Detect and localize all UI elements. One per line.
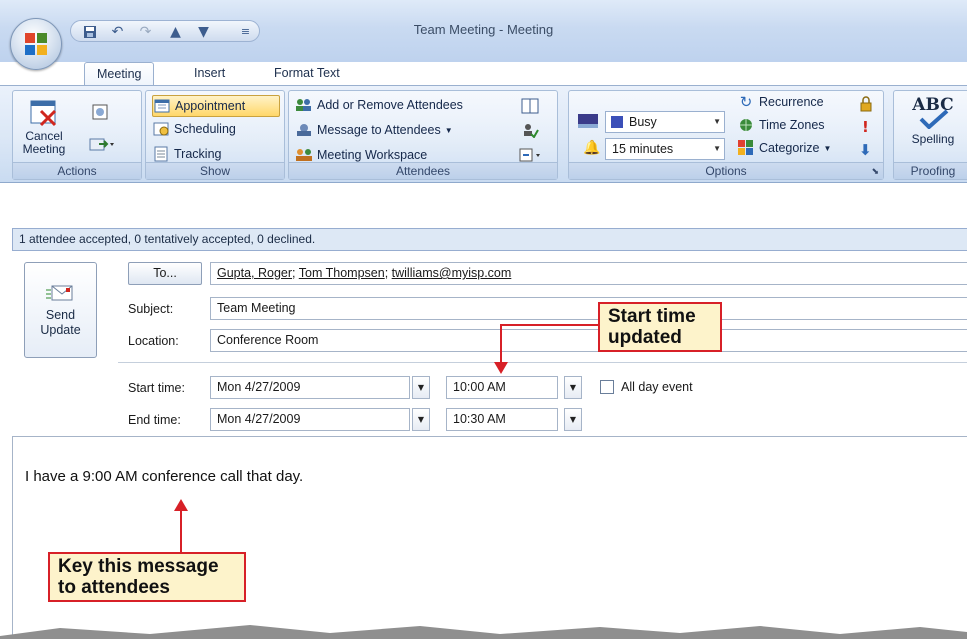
message-icon [295, 122, 313, 138]
check-names-icon[interactable] [521, 122, 539, 141]
callout-key-message: Key this message to attendees [48, 552, 246, 602]
high-importance-icon[interactable]: ! [862, 118, 869, 136]
tab-meeting[interactable]: Meeting [84, 62, 155, 86]
group-label-actions: Actions [13, 162, 141, 179]
group-proofing: ABC Spelling Proofing [893, 90, 967, 180]
send-update-button[interactable]: Send Update [24, 262, 97, 358]
group-label-proofing: Proofing [894, 162, 967, 179]
ribbon: Cancel Meeting Actions Appointment Sched… [0, 85, 967, 183]
tracking-button[interactable]: Tracking [152, 146, 221, 162]
private-lock-icon[interactable] [859, 96, 873, 115]
end-time-input[interactable]: 10:30 AM [446, 408, 558, 431]
office-button[interactable] [10, 18, 62, 70]
time-zones-button[interactable]: Time Zones [737, 117, 825, 133]
info-bar: 1 attendee accepted, 0 tentatively accep… [12, 228, 967, 251]
cancel-meeting-button[interactable]: Cancel Meeting [19, 97, 69, 163]
group-label-show: Show [146, 162, 284, 179]
dropdown-arrow-icon: ▼ [713, 117, 721, 126]
callout-connector [500, 324, 502, 366]
meeting-workspace-button[interactable]: Meeting Workspace [295, 147, 427, 163]
people-icon [295, 97, 313, 113]
tracking-icon [152, 146, 170, 162]
categorize-button[interactable]: Categorize ▼ [737, 140, 831, 156]
end-date-input[interactable]: Mon 4/27/2009 [210, 408, 410, 431]
categorize-icon [737, 140, 755, 156]
location-label: Location: [128, 334, 179, 348]
dropdown-arrow-icon: ▼ [823, 143, 832, 153]
message-body[interactable] [12, 436, 967, 639]
add-remove-attendees-button[interactable]: Add or Remove Attendees [295, 97, 463, 113]
envelope-icon [45, 285, 72, 301]
divider [118, 362, 967, 363]
callout-connector [180, 510, 182, 552]
globe-icon [737, 117, 755, 133]
callout-connector [500, 324, 599, 326]
subject-label: Subject: [128, 302, 174, 316]
to-button[interactable]: To... [128, 262, 202, 285]
group-actions: Cancel Meeting Actions [12, 90, 142, 180]
calendar-cancel-icon [30, 100, 57, 127]
start-time-input[interactable]: 10:00 AM [446, 376, 558, 399]
checkmark-icon [919, 109, 949, 130]
group-options: Busy ▼ 🔔 15 minutes ▼ ↻ Recurrence Time … [568, 90, 884, 180]
group-label-options: Options [569, 162, 883, 179]
spelling-button[interactable]: ABC Spelling [898, 95, 967, 146]
appointment-button[interactable]: Appointment [152, 95, 280, 117]
dropdown-arrow-icon: ▼ [417, 383, 425, 392]
all-day-checkbox[interactable] [600, 380, 614, 394]
bell-icon: 🔔 [583, 140, 601, 156]
attendee-name[interactable]: Tom Thompsen [299, 266, 385, 280]
start-date-dropdown[interactable]: ▼ [412, 376, 430, 399]
dialog-launcher-icon[interactable]: ⬊ [871, 167, 879, 177]
appointment-icon [153, 98, 171, 114]
all-day-label: All day event [621, 380, 693, 394]
dropdown-arrow-icon: ▼ [569, 415, 577, 424]
address-book-icon[interactable] [521, 98, 539, 117]
office-logo-icon [25, 33, 47, 55]
end-time-label: End time: [128, 413, 181, 427]
reminder-select[interactable]: 15 minutes ▼ [605, 138, 725, 160]
message-to-attendees-button[interactable]: Message to Attendees ▼ [295, 122, 453, 138]
dropdown-arrow-icon: ▼ [713, 144, 721, 153]
subject-input[interactable]: Team Meeting [210, 297, 967, 320]
start-time-label: Start time: [128, 381, 185, 395]
delete-icon[interactable] [91, 103, 109, 124]
window-title: Team Meeting - Meeting [413, 22, 554, 37]
callout-arrowhead-icon [494, 362, 508, 374]
tab-insert[interactable]: Insert [182, 62, 237, 86]
start-time-dropdown[interactable]: ▼ [564, 376, 582, 399]
dropdown-arrow-icon: ▼ [417, 415, 425, 424]
end-date-dropdown[interactable]: ▼ [412, 408, 430, 431]
group-show: Appointment Scheduling Tracking Show [145, 90, 285, 180]
show-as-icon [577, 113, 599, 132]
end-time-dropdown[interactable]: ▼ [564, 408, 582, 431]
dropdown-arrow-icon: ▼ [444, 125, 453, 135]
scheduling-button[interactable]: Scheduling [152, 121, 236, 137]
group-label-attendees: Attendees [289, 162, 557, 179]
callout-start-time: Start time updated [598, 302, 722, 352]
tab-format-text[interactable]: Format Text [262, 62, 352, 86]
forward-icon[interactable] [89, 136, 115, 155]
low-importance-icon[interactable]: ⬇ [859, 141, 872, 159]
group-attendees: Add or Remove Attendees Message to Atten… [288, 90, 558, 180]
attendee-name[interactable]: Gupta, Roger [217, 266, 292, 280]
dropdown-arrow-icon: ▼ [569, 383, 577, 392]
location-input[interactable]: Conference Room [210, 329, 967, 352]
show-as-select[interactable]: Busy ▼ [605, 111, 725, 133]
message-text: I have a 9:00 AM conference call that da… [25, 468, 304, 485]
scheduling-icon [152, 121, 170, 137]
workspace-icon [295, 147, 313, 163]
start-date-input[interactable]: Mon 4/27/2009 [210, 376, 410, 399]
torn-edge-decoration [0, 625, 967, 639]
recurrence-button[interactable]: ↻ Recurrence [737, 94, 824, 111]
to-field[interactable]: Gupta, Roger; Tom Thompsen; twilliams@my… [210, 262, 967, 285]
recurrence-icon: ↻ [739, 94, 753, 111]
busy-color-swatch [611, 116, 623, 128]
attendee-email[interactable]: twilliams@myisp.com [392, 266, 512, 280]
